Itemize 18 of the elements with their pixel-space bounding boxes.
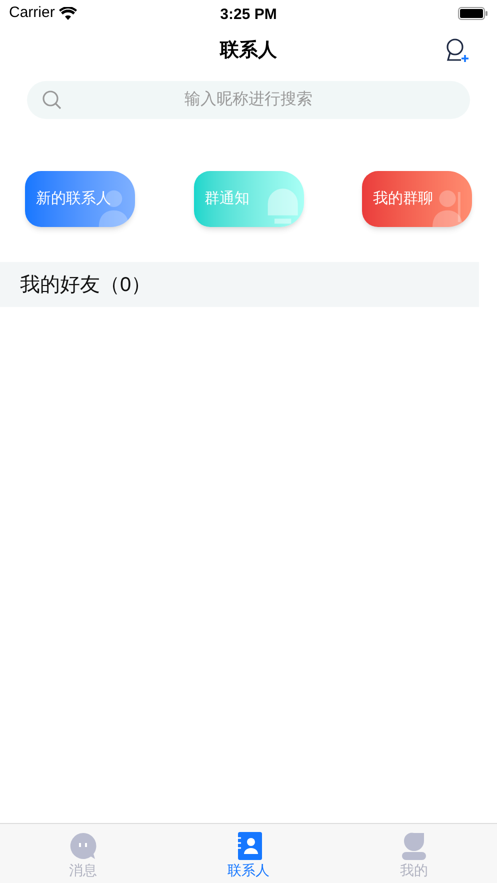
- clock: 3:25 PM: [220, 5, 277, 25]
- search-icon: [42, 90, 62, 110]
- battery-icon: [458, 6, 488, 20]
- carrier-label: Carrier: [9, 2, 55, 23]
- address-book-icon: [236, 832, 262, 860]
- search-field[interactable]: 输入昵称进行搜索: [27, 81, 470, 119]
- shortcut-card[interactable]: 群通知: [194, 171, 304, 227]
- page-title: 联系人: [220, 38, 277, 63]
- wifi-icon: [58, 6, 77, 20]
- section-title: 我的好友（0）: [20, 272, 152, 298]
- tab-label[interactable]: 消息: [68, 860, 97, 881]
- person-icon: [401, 832, 428, 860]
- shortcut-card[interactable]: 新的联系人: [25, 171, 135, 227]
- tab-label[interactable]: 我的: [400, 860, 428, 881]
- chat-bubble-icon: [68, 832, 97, 860]
- add-contact-icon[interactable]: [444, 38, 470, 64]
- shortcut-card[interactable]: 我的群聊: [362, 171, 472, 227]
- tab-label[interactable]: 联系人: [228, 860, 270, 881]
